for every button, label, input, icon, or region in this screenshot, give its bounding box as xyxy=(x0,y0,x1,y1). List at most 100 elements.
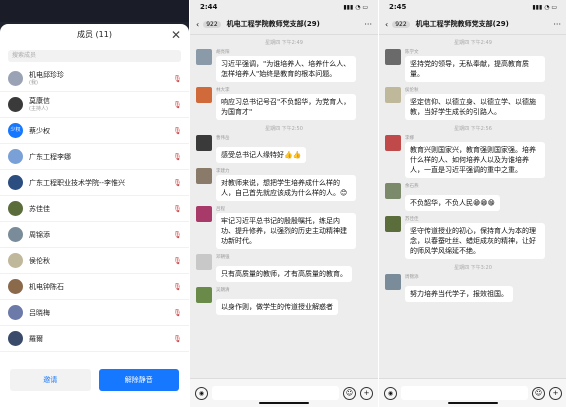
avatar[interactable] xyxy=(196,49,212,65)
message-input[interactable] xyxy=(212,386,339,400)
status-time: 2:44 xyxy=(200,3,218,11)
member-row[interactable]: 莫康信 (主持人) 🎙 xyxy=(0,92,189,118)
close-icon[interactable]: ✕ xyxy=(171,24,181,46)
member-row[interactable]: 广东工程李娜 🎙 xyxy=(0,144,189,170)
sender-name: 吴朗清 xyxy=(216,288,230,293)
plus-icon[interactable]: + xyxy=(360,386,373,400)
sender-name: 李建力 xyxy=(216,169,230,174)
unread-badge: 922 xyxy=(203,20,221,28)
message-bubble[interactable]: 教育兴则国家兴，教育强则国家强。培养什么样的人、如何培养人以及为谁培养人，一直是… xyxy=(405,142,545,178)
member-row[interactable]: 侯伦秋 🎙 xyxy=(0,248,189,274)
message-bubble[interactable]: 努力培养当代学子，报效祖国。 xyxy=(405,286,513,302)
member-status-icons: 🎙 xyxy=(173,231,182,239)
member-row[interactable]: 周锦添 🎙 xyxy=(0,222,189,248)
message-bubble[interactable]: 响应习总书记号召"不负韶华，为党育人，为国育才" xyxy=(216,94,356,120)
voice-icon[interactable]: ◉ xyxy=(195,386,208,400)
member-name: 机电钟陈石 xyxy=(29,282,64,291)
mic-muted-icon: 🎙 xyxy=(173,74,182,83)
member-status-icons: 🎙 xyxy=(173,309,182,317)
message-body: 邓朝强 只有高质量的教师，才有高质量的教育。 xyxy=(216,254,372,282)
message-body: 苏佳佳 坚守传道授业的初心，保持育人为本的理念，以春蚕吐丝、蜡炬成灰的精神，让好的… xyxy=(405,216,561,259)
back-icon[interactable]: ‹ xyxy=(196,20,199,29)
message-list: 星期四 下午2:49 陈学文 坚持党的领导，无私奉献，提高教育质量。 侯伦秋 坚定信仰、… xyxy=(379,39,566,302)
unmute-button[interactable]: 解除静音 xyxy=(98,369,179,391)
message-bubble[interactable]: 只有高质量的教师，才有高质量的教育。 xyxy=(216,266,352,282)
message-body: 吕程 牢记习近平总书记的殷殷嘱托，练足内功、提升修养，以强烈的历史主动精神建功新时… xyxy=(216,206,372,249)
member-row[interactable]: 苏佳佳 🎙 xyxy=(0,196,189,222)
chat-message: 李建力 对教师来说，想把学生培养成什么样的人，自己首先就应该成为什么样的人。😊 xyxy=(196,168,372,201)
timestamp: 星期四 下午2:49 xyxy=(454,40,492,46)
emoji-icon[interactable]: ☺ xyxy=(343,386,356,400)
back-icon[interactable]: ‹ xyxy=(385,20,388,29)
more-icon[interactable]: ··· xyxy=(364,20,372,29)
sender-name: 胡亮阳 xyxy=(216,50,230,55)
avatar[interactable] xyxy=(196,135,212,151)
member-row[interactable]: 机电钟陈石 🎙 xyxy=(0,274,189,300)
message-body: 曹伟岳 感受总书记人缘特好👍👍 xyxy=(216,135,372,163)
member-status-icons: 🎙 xyxy=(173,179,182,187)
avatar[interactable] xyxy=(385,135,401,151)
member-name-block: 羅爾 xyxy=(29,335,173,343)
member-name: 周锦添 xyxy=(29,230,50,239)
sender-name: 陈学文 xyxy=(405,50,419,55)
member-row[interactable]: 羅爾 🎙 xyxy=(0,326,189,352)
emoji-icon[interactable]: ☺ xyxy=(532,386,545,400)
members-sheet: 成员 (11) ✕ 搜索成员 机电邱珍珍 (我) 🎙 莫康信 (主持人) 🎙 少权 蔡少权 🎙 广… xyxy=(0,24,189,407)
message-input[interactable] xyxy=(401,386,528,400)
message-bubble[interactable]: 牢记习近平总书记的殷殷嘱托，练足内功、提升修养，以强烈的历史主动精神建功新时代。 xyxy=(216,213,356,249)
input-bar: ◉ ☺ + xyxy=(379,378,566,407)
member-role: (主持人) xyxy=(29,105,48,112)
timestamp: 星期四 下午2:56 xyxy=(454,126,492,132)
message-bubble[interactable]: 习近平强调，"为谁培养人、培养什么人、怎样培养人"始终是教育的根本问题。 xyxy=(216,56,356,82)
member-name: 侯伦秋 xyxy=(29,256,50,265)
message-bubble[interactable]: 坚守传道授业的初心，保持育人为本的理念，以春蚕吐丝、蜡炬成灰的精神，让好的师风学… xyxy=(405,223,545,259)
mic-muted-icon: 🎙 xyxy=(173,100,182,109)
member-name-block: 莫康信 (主持人) xyxy=(29,97,173,113)
avatar[interactable] xyxy=(385,87,401,103)
avatar[interactable] xyxy=(196,87,212,103)
avatar[interactable] xyxy=(196,254,212,270)
message-body: 胡亮阳 习近平强调，"为谁培养人、培养什么人、怎样培养人"始终是教育的根本问题。 xyxy=(216,49,372,82)
message-body: 吴朗清以身作则，做学生的传道授业解惑者 xyxy=(216,287,372,315)
chat-header: ‹ 922 机电工程学院教师党支部(29) ··· xyxy=(379,14,566,35)
member-row[interactable]: 吕晓梅 🎙 xyxy=(0,300,189,326)
voice-icon[interactable]: ◉ xyxy=(384,386,397,400)
avatar[interactable] xyxy=(385,183,401,199)
avatar[interactable] xyxy=(385,216,401,232)
message-body: 李娜 教育兴则国家兴，教育强则国家强。培养什么样的人、如何培养人以及为谁培养人，一… xyxy=(405,135,561,178)
message-bubble[interactable]: 不负韶华，不负人民😁😁😁 xyxy=(405,195,500,211)
avatar[interactable] xyxy=(196,168,212,184)
member-row[interactable]: 广东工程职业技术学院--李惟兴 🎙 xyxy=(0,170,189,196)
more-icon[interactable]: ··· xyxy=(553,20,561,29)
message-bubble[interactable]: 坚持党的领导，无私奉献，提高教育质量。 xyxy=(405,56,545,82)
avatar xyxy=(8,331,23,346)
member-search-input[interactable]: 搜索成员 xyxy=(8,50,181,62)
chat-message: 曹伟岳 感受总书记人缘特好👍👍 xyxy=(196,135,372,163)
member-name-block: 侯伦秋 xyxy=(29,257,173,265)
chat-message: 邓朝强 只有高质量的教师，才有高质量的教育。 xyxy=(196,254,372,282)
member-row[interactable]: 机电邱珍珍 (我) 🎙 xyxy=(0,66,189,92)
member-role: (我) xyxy=(29,79,38,86)
chat-message: 苏佳佳 坚守传道授业的初心，保持育人为本的理念，以春蚕吐丝、蜡炬成灰的精神，让好的… xyxy=(385,216,561,259)
message-bubble[interactable]: 坚定信仰、以德立身、以德立学、以德施教，当好学生成长的引路人。 xyxy=(405,94,545,120)
member-row[interactable]: 少权 蔡少权 🎙 xyxy=(0,118,189,144)
message-bubble[interactable]: 对教师来说，想把学生培养成什么样的人，自己首先就应该成为什么样的人。😊 xyxy=(216,175,356,201)
chat-message: 周锦添 努力培养当代学子，报效祖国。 xyxy=(385,274,561,302)
member-name: 广东工程李娜 xyxy=(29,152,71,161)
member-name-block: 吕晓梅 xyxy=(29,309,173,317)
invite-button[interactable]: 邀请 xyxy=(10,369,91,391)
message-bubble[interactable]: 感受总书记人缘特好👍👍 xyxy=(216,147,307,163)
message-bubble[interactable]: 以身作则，做学生的传道授业解惑者 xyxy=(216,299,338,315)
avatar xyxy=(8,279,23,294)
avatar[interactable] xyxy=(196,287,212,303)
avatar[interactable] xyxy=(385,274,401,290)
avatar xyxy=(8,175,23,190)
avatar[interactable] xyxy=(385,49,401,65)
member-status-icons: 🎙 xyxy=(173,257,182,265)
chat-message: 李娜 教育兴则国家兴，教育强则国家强。培养什么样的人、如何培养人以及为谁培养人，一… xyxy=(385,135,561,178)
chat-message: 吕程 牢记习近平总书记的殷殷嘱托，练足内功、提升修养，以强烈的历史主动精神建功新时… xyxy=(196,206,372,249)
timestamp: 星期四 下午2:49 xyxy=(265,40,303,46)
chat-title: 机电工程学院教师党支部(29) xyxy=(415,20,509,28)
avatar[interactable] xyxy=(196,206,212,222)
plus-icon[interactable]: + xyxy=(549,386,562,400)
